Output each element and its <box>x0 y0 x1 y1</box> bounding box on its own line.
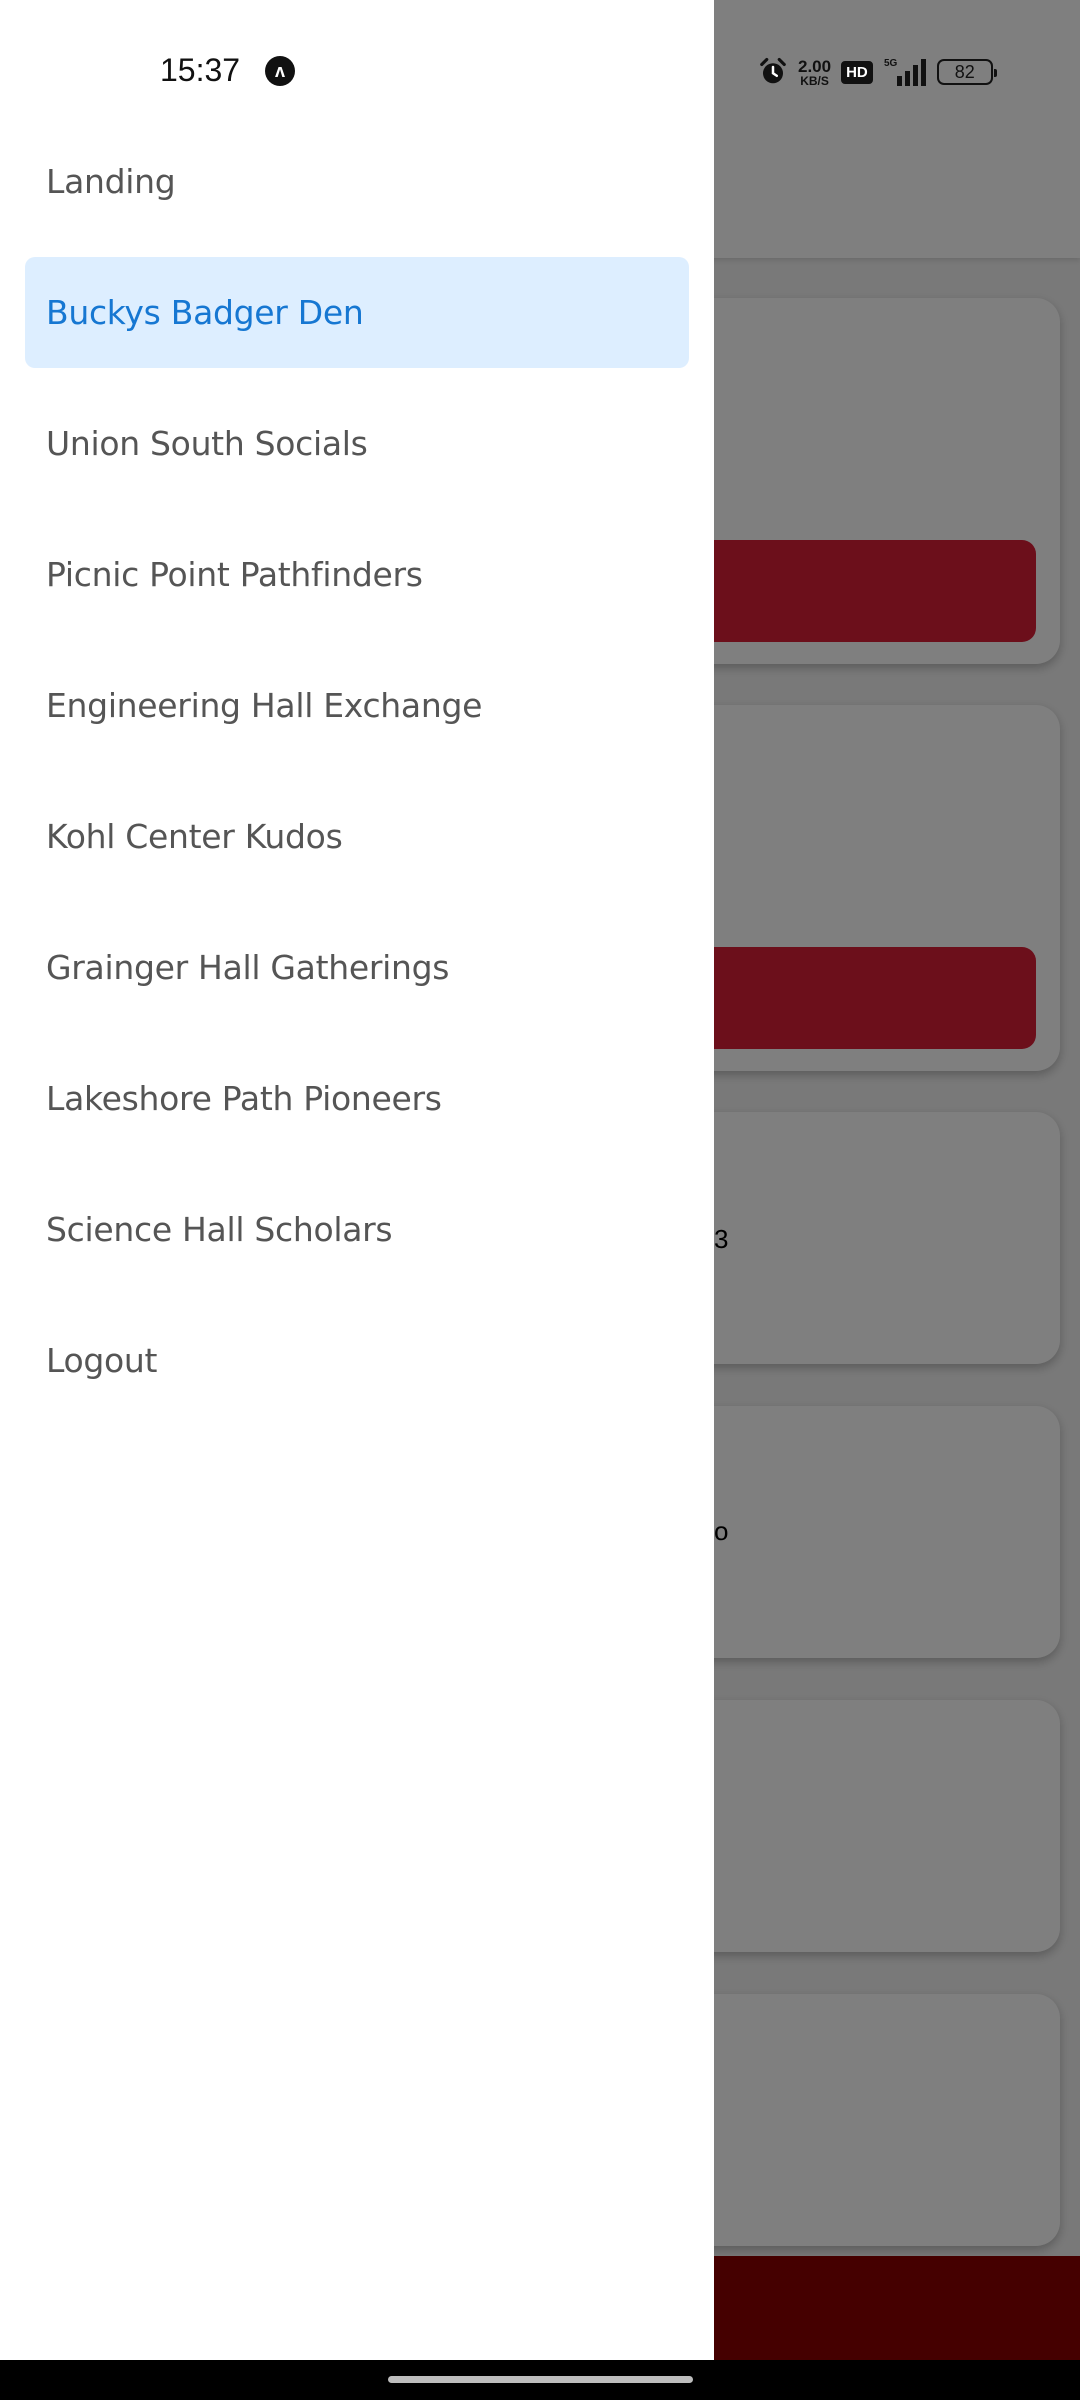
drawer-item-engineering-hall-exchange[interactable]: Engineering Hall Exchange <box>25 650 689 761</box>
drawer-item-union-south-socials[interactable]: Union South Socials <box>25 388 689 499</box>
drawer-item-landing[interactable]: Landing <box>25 126 689 237</box>
status-time: 15:37 <box>160 52 241 88</box>
status-bar: 15:37 ʌ 2.00 KB/S HD 5G 82 <box>0 0 1080 140</box>
drawer-item-buckys-badger-den[interactable]: Buckys Badger Den <box>25 257 689 368</box>
drawer-item-picnic-point-pathfinders[interactable]: Picnic Point Pathfinders <box>25 519 689 630</box>
network-type-label: 5G <box>884 58 898 69</box>
alarm-icon <box>760 57 786 84</box>
home-indicator[interactable] <box>388 2376 693 2383</box>
drawer-item-logout[interactable]: Logout <box>25 1305 689 1416</box>
battery-level: 82 <box>954 62 975 82</box>
drawer-menu: Landing Buckys Badger Den Union South So… <box>0 126 714 1436</box>
hd-icon: HD <box>841 60 873 84</box>
signal-icon: 5G <box>884 58 926 86</box>
system-navigation-bar <box>0 2360 1080 2400</box>
network-speed-value: 2.00 <box>798 56 832 76</box>
drawer-item-kohl-center-kudos[interactable]: Kohl Center Kudos <box>25 781 689 892</box>
navigation-drawer: Landing Buckys Badger Den Union South So… <box>0 0 714 2360</box>
battery-icon: 82 <box>936 59 997 85</box>
drawer-item-lakeshore-path-pioneers[interactable]: Lakeshore Path Pioneers <box>25 1043 689 1154</box>
network-speed: 2.00 KB/S <box>798 58 831 87</box>
app-notification-icon: ʌ <box>265 56 295 86</box>
network-speed-unit: KB/S <box>800 73 829 88</box>
status-icons: 2.00 KB/S HD 5G 82 <box>758 52 997 92</box>
drawer-item-science-hall-scholars[interactable]: Science Hall Scholars <box>25 1174 689 1285</box>
drawer-item-grainger-hall-gatherings[interactable]: Grainger Hall Gatherings <box>25 912 689 1023</box>
